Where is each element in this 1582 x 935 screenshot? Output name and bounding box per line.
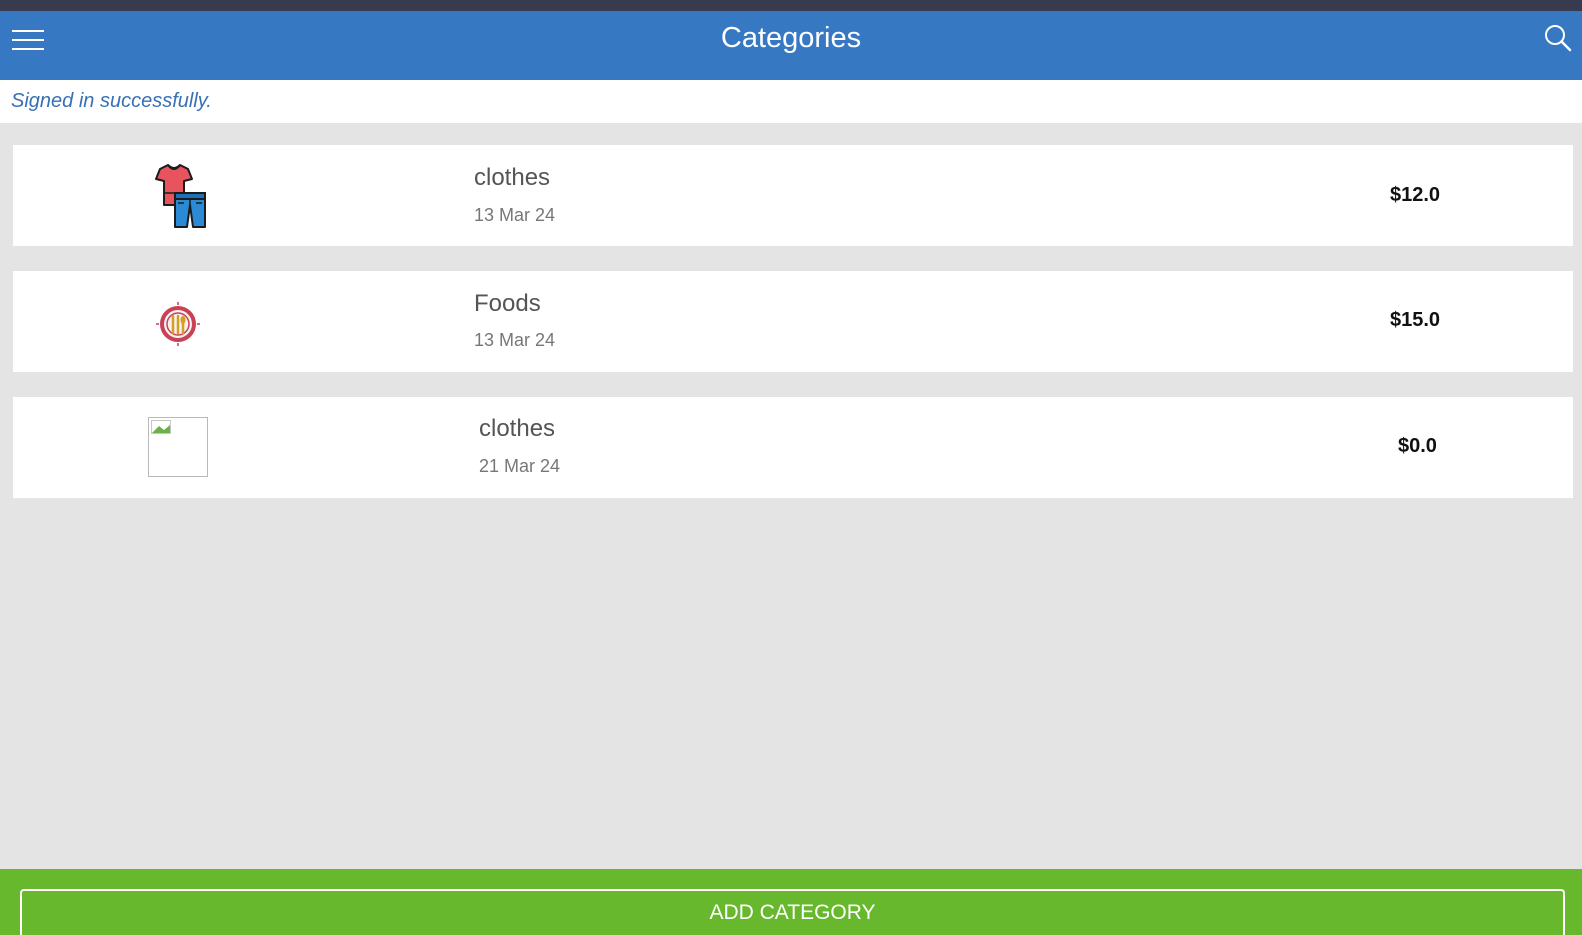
category-date: 13 Mar 24 xyxy=(474,330,556,350)
page-title: Categories xyxy=(720,22,862,54)
category-date: 21 Mar 24 xyxy=(479,456,561,476)
clothes-icon xyxy=(148,163,210,228)
category-name: clothes xyxy=(479,415,556,442)
category-amount: $12.0 xyxy=(1390,184,1441,206)
category-date: 13 Mar 24 xyxy=(474,205,556,225)
app-header: Categories xyxy=(0,11,1582,80)
broken-image-icon xyxy=(148,417,208,477)
top-status-strip xyxy=(0,0,1582,11)
flash-notice: Signed in successfully. xyxy=(0,80,1582,123)
footer-bar: ADD CATEGORY xyxy=(0,869,1582,935)
category-amount: $0.0 xyxy=(1398,435,1437,457)
food-plate-icon xyxy=(155,301,201,347)
category-name: Foods xyxy=(474,290,541,317)
category-card[interactable]: clothes 21 Mar 24 $0.0 xyxy=(13,397,1573,498)
category-card[interactable]: clothes 13 Mar 24 $12.0 xyxy=(13,145,1573,246)
notice-text: Signed in successfully. xyxy=(11,90,212,112)
add-category-button[interactable]: ADD CATEGORY xyxy=(20,889,1565,935)
search-icon[interactable] xyxy=(1543,23,1573,53)
category-name: clothes xyxy=(474,164,551,191)
category-card[interactable]: Foods 13 Mar 24 $15.0 xyxy=(13,271,1573,372)
category-amount: $15.0 xyxy=(1390,309,1441,331)
